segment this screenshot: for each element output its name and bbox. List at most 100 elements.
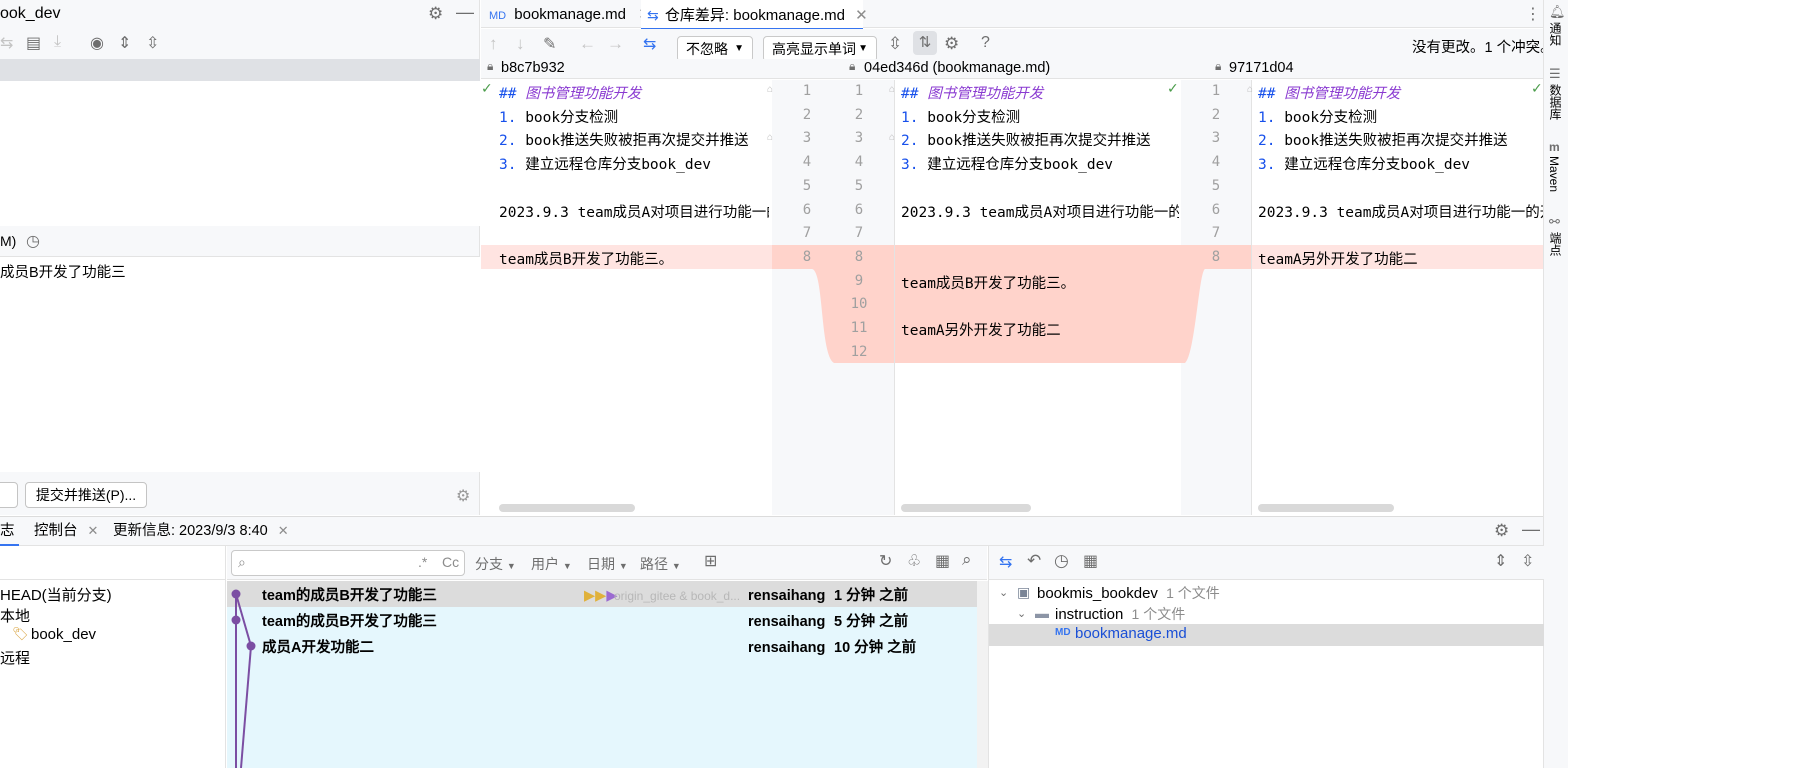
compare-icon[interactable]: ⇆ xyxy=(643,34,656,54)
search-icon[interactable]: ⌕ xyxy=(962,550,972,570)
fold-icon[interactable]: ⌂ xyxy=(889,132,895,143)
code-line[interactable]: ## 图书管理功能开发 xyxy=(1258,82,1543,103)
minimize-icon[interactable]: — xyxy=(1522,519,1540,540)
filter-branch[interactable]: 分支 ▼ xyxy=(475,554,516,574)
code-line[interactable]: teamA另外开发了功能二 xyxy=(1258,248,1543,269)
code-line[interactable]: team成员B开发了功能三。 xyxy=(499,248,769,269)
settings-icon[interactable]: ⚙ xyxy=(456,486,470,506)
sidebar-item-database[interactable]: 数据库 xyxy=(1547,84,1564,120)
cherry-pick-icon[interactable]: ♧ xyxy=(907,551,921,571)
sidebar-item-notifications[interactable]: 通知 xyxy=(1547,22,1564,46)
close-icon[interactable]: ✕ xyxy=(278,523,289,538)
collapse-all-icon[interactable]: ⇳ xyxy=(146,33,159,53)
tree-folder[interactable]: instruction 1 个文件 xyxy=(1055,604,1185,624)
tree-file-row[interactable]: MD bookmanage.md xyxy=(989,624,1544,646)
next-diff-icon[interactable]: ↓ xyxy=(516,34,525,54)
code-line[interactable]: teamA另外开发了功能二 xyxy=(901,319,1179,340)
branch-group-local[interactable]: 本地 xyxy=(0,605,30,626)
code-line[interactable]: ## 图书管理功能开发 xyxy=(499,82,769,103)
changelist-icon[interactable]: ▤ xyxy=(26,33,41,53)
code-line[interactable]: 1. book分支检测 xyxy=(901,106,1179,127)
code-line[interactable]: 1. book分支检测 xyxy=(499,106,769,127)
regex-toggle[interactable]: .* xyxy=(418,554,427,570)
history-icon[interactable]: ◷ xyxy=(1054,551,1069,571)
forward-icon[interactable]: → xyxy=(607,34,624,54)
tab-update-info[interactable]: 更新信息: 2023/9/3 8:40 ✕ xyxy=(113,517,289,545)
tree-root[interactable]: bookmis_bookdev 1 个文件 xyxy=(1037,583,1220,603)
close-icon[interactable]: ✕ xyxy=(88,523,99,538)
right-code-column[interactable]: ## 图书管理功能开发 1. book分支检测 2. book推送失败被拒再次提交并… xyxy=(1258,80,1543,515)
more-options-icon[interactable]: ⋮ xyxy=(1525,4,1541,24)
fold-icon[interactable]: ⌂ xyxy=(889,84,895,95)
commit-message-field[interactable]: 成员B开发了功能三 xyxy=(0,256,480,472)
branch-head[interactable]: HEAD(当前分支) xyxy=(0,584,112,605)
endpoints-icon[interactable]: ⚯ xyxy=(1549,214,1560,230)
edit-icon[interactable]: ✎ xyxy=(543,34,556,54)
line-number: 10 xyxy=(850,296,868,313)
compare-icon[interactable]: ⇆ xyxy=(999,552,1012,572)
maven-icon[interactable]: m xyxy=(1549,140,1560,154)
fold-icon[interactable]: ⌂ xyxy=(1247,84,1253,95)
gear-icon[interactable]: ⚙ xyxy=(944,34,959,54)
log-search-input[interactable]: ⌕ .* Cc xyxy=(231,550,465,576)
tab-log[interactable]: 志 xyxy=(0,517,19,546)
code-line[interactable]: 2023.9.3 team成员A对项目进行功能一的开 xyxy=(1258,201,1543,222)
center-code-column[interactable]: ## 图书管理功能开发 1. book分支检测 2. book推送失败被拒再次提交并… xyxy=(901,80,1179,515)
collapse-unchanged-icon[interactable]: ⇳ xyxy=(888,34,902,54)
collapse-all-icon[interactable]: ⇳ xyxy=(1521,551,1534,571)
left-scrollbar[interactable] xyxy=(499,504,635,512)
code-line[interactable]: ## 图书管理功能开发 xyxy=(901,82,1179,103)
code-line[interactable]: 2023.9.3 team成员A对项目进行功能一的开 xyxy=(901,201,1179,222)
code-line[interactable]: 3. 建立远程仓库分支book_dev xyxy=(499,153,769,174)
minimize-icon[interactable]: — xyxy=(456,2,474,23)
center-scrollbar[interactable] xyxy=(901,504,1031,512)
commit-push-button[interactable]: 提交并推送(P)... xyxy=(25,482,147,508)
tab-bookmanage[interactable]: MD bookmanage.md ✕ xyxy=(489,0,651,30)
commit-button[interactable] xyxy=(0,482,18,508)
code-line[interactable]: 3. 建立远程仓库分支book_dev xyxy=(901,153,1179,174)
branch-book-dev[interactable]: book_dev xyxy=(31,626,96,643)
filter-path[interactable]: 路径 ▼ xyxy=(640,554,681,574)
fold-icon[interactable]: ⌂ xyxy=(767,132,773,143)
diff-icon[interactable]: ⇆ xyxy=(0,33,13,53)
code-line[interactable]: 2023.9.3 team成员A对项目进行功能一的 xyxy=(499,201,769,222)
case-toggle[interactable]: Cc xyxy=(442,554,459,570)
code-line[interactable]: 2. book推送失败被拒再次提交并推送 xyxy=(901,129,1179,150)
sidebar-item-maven[interactable]: Maven xyxy=(1547,156,1561,192)
expand-all-icon[interactable]: ⇕ xyxy=(118,33,131,53)
left-code-column[interactable]: ## 图书管理功能开发 1. book分支检测 2. book推送失败被拒再次提交并… xyxy=(499,80,769,515)
right-scrollbar[interactable] xyxy=(1258,504,1394,512)
close-icon[interactable]: ✕ xyxy=(855,7,868,24)
code-line[interactable]: 2. book推送失败被拒再次提交并推送 xyxy=(499,129,769,150)
filter-user[interactable]: 用户 ▼ xyxy=(531,554,572,574)
expand-all-icon[interactable]: ⇕ xyxy=(1494,551,1507,571)
group-by-icon[interactable]: ▦ xyxy=(1083,551,1098,571)
gear-icon[interactable]: ⚙ xyxy=(428,4,443,24)
help-icon[interactable]: ? xyxy=(981,34,990,52)
database-icon[interactable]: ☰ xyxy=(1549,66,1561,82)
new-tab-icon[interactable]: ⊞ xyxy=(704,551,717,571)
layout-icon[interactable]: ▦ xyxy=(935,551,950,571)
tab-repo-diff[interactable]: ⇆ 仓库差异: bookmanage.md ✕ xyxy=(641,0,868,30)
download-icon[interactable]: ⤓ xyxy=(54,33,61,51)
sidebar-item-endpoints[interactable]: 端点 xyxy=(1547,232,1564,256)
refresh-icon[interactable]: ↻ xyxy=(879,551,892,571)
history-icon[interactable]: ◷ xyxy=(26,231,40,251)
bell-icon[interactable]: 🔔︎ xyxy=(1549,4,1566,20)
code-line[interactable]: 3. 建立远程仓库分支book_dev xyxy=(1258,153,1543,174)
chevron-down-icon[interactable]: ⌄ xyxy=(999,586,1008,599)
prev-diff-icon[interactable]: ↑ xyxy=(489,34,498,54)
back-icon[interactable]: ← xyxy=(579,34,596,54)
code-line[interactable]: 2. book推送失败被拒再次提交并推送 xyxy=(1258,129,1543,150)
filter-date[interactable]: 日期 ▼ xyxy=(587,554,628,574)
sync-scroll-icon[interactable]: ⇅ xyxy=(913,31,937,55)
eye-icon[interactable]: ◉ xyxy=(90,33,104,53)
fold-icon[interactable]: ⌂ xyxy=(767,84,773,95)
gear-icon[interactable]: ⚙ xyxy=(1494,521,1509,541)
chevron-down-icon[interactable]: ⌄ xyxy=(1017,607,1026,620)
branch-group-remote[interactable]: 远程 xyxy=(0,647,30,668)
tab-console[interactable]: 控制台 ✕ xyxy=(34,517,98,545)
revert-icon[interactable]: ↶ xyxy=(1027,551,1041,571)
code-line[interactable]: 1. book分支检测 xyxy=(1258,106,1543,127)
code-line[interactable]: team成员B开发了功能三。 xyxy=(901,272,1179,293)
